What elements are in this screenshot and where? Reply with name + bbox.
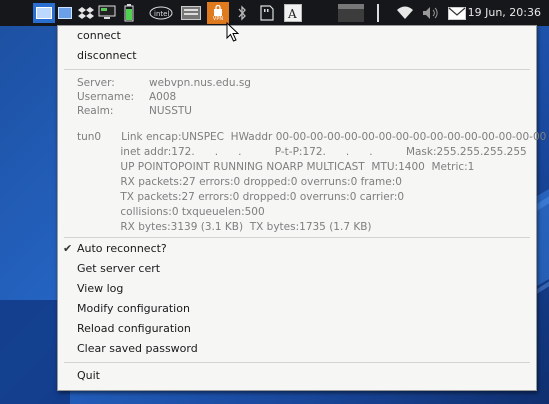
tun-line: tun0 Link encap:UNSPEC HWaddr 00-00-00-0… [77,131,547,143]
wifi-icon[interactable] [395,3,415,23]
taskbar: intel VPN A 19 Jun, 20:36 [0,0,549,26]
username-value: A008 [149,91,177,103]
quit-menu-item[interactable]: Quit [77,367,100,385]
vpn-tray-label: VPN [212,15,224,22]
mail-icon[interactable] [447,3,467,23]
bluetooth-icon[interactable] [235,3,249,23]
tun-line: RX packets:27 errors:0 dropped:0 overrun… [77,176,402,188]
connect-menu-item[interactable]: connect [77,27,121,45]
menu-separator [64,237,530,238]
tun-line: collisions:0 txqueuelen:500 [77,206,265,218]
get-server-cert-menu-item[interactable]: Get server cert [77,260,160,278]
sd-card-icon[interactable] [258,3,276,23]
username-label: Username: [77,91,135,103]
window-preview-icon[interactable] [337,3,365,23]
vpn-tray-icon[interactable]: VPN [207,2,229,24]
svg-text:A: A [287,7,297,21]
realm-value: NUSSTU [149,105,192,117]
mouse-cursor-icon [226,21,240,46]
separator-icon [375,3,381,23]
intel-graphics-icon[interactable]: intel [148,3,174,23]
modify-configuration-menu-item[interactable]: Modify configuration [77,300,190,318]
desktop-1-icon[interactable] [33,3,55,23]
tun-line: UP POINTOPOINT RUNNING NOARP MULTICAST M… [77,161,475,173]
server-label: Server: [77,77,115,89]
checkmark-icon: ✔ [63,242,73,255]
tun-line: RX bytes:3139 (3.1 KB) TX bytes:1735 (1.… [77,221,372,233]
menu-separator [64,362,530,363]
realm-label: Realm: [77,105,114,117]
clear-saved-password-menu-item[interactable]: Clear saved password [77,340,198,358]
clock[interactable]: 19 Jun, 20:36 [468,0,541,26]
view-log-menu-item[interactable]: View log [77,280,123,298]
auto-reconnect-menu-item[interactable]: Auto reconnect? [77,240,167,258]
battery-icon[interactable] [122,3,136,23]
svg-text:intel: intel [154,10,169,18]
dropbox-icon[interactable] [77,3,95,23]
server-value: webvpn.nus.edu.sg [149,77,251,89]
disconnect-menu-item[interactable]: disconnect [77,47,137,65]
keyboard-icon[interactable] [180,3,202,23]
volume-icon[interactable] [421,3,441,23]
monitor-icon[interactable] [97,3,117,23]
reload-configuration-menu-item[interactable]: Reload configuration [77,320,191,338]
menu-separator [64,69,530,70]
font-viewer-icon[interactable]: A [283,3,303,23]
desktop-2-icon[interactable] [57,3,73,23]
vpn-context-menu: connect disconnect Server: webvpn.nus.ed… [57,25,546,391]
tun-line: TX packets:27 errors:0 dropped:0 overrun… [77,191,405,203]
tun-line: inet addr:172. . . P-t-P:172. . . Mask:2… [77,146,527,158]
